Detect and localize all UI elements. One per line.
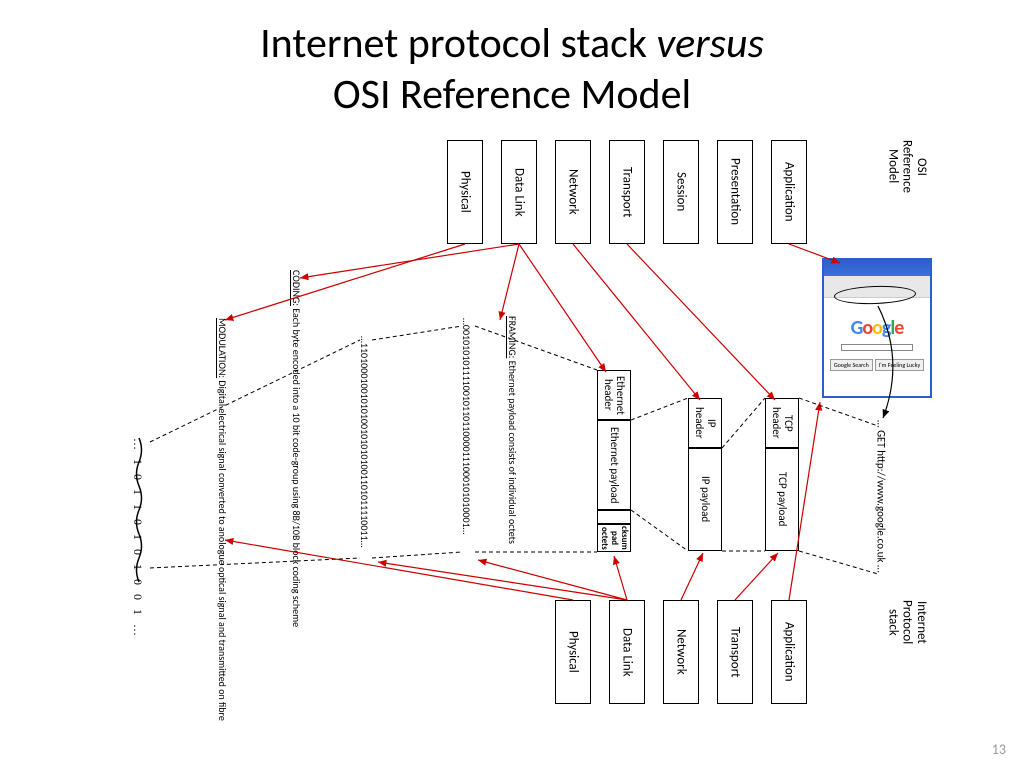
osi-application: Application [771,140,807,244]
bits2: …110100010010101001010101001101011110011… [358,336,371,547]
inet-physical: Physical [555,600,591,704]
bits1: …001010101111001011011000011100010101000… [460,318,473,535]
page-title: Internet protocol stack versus OSI Refer… [0,18,1024,120]
inet-datalink: Data Link [609,600,645,704]
google-lucky-btn: I'm Feeling Lucky [875,359,924,371]
osi-label: OSIReferenceModel [885,140,928,193]
eth-cksum: cksumpadoctets [597,524,631,552]
inet-application: Application [771,600,807,704]
modulation-annot: MODULATION: Digital electrical signal co… [190,318,228,721]
osi-physical: Physical [447,140,483,244]
eth-pad [597,510,631,524]
coding-annot: CODING: Each byte encoded into a 10 bit … [276,270,302,627]
osi-session: Session [663,140,699,244]
google-search-input [841,344,913,351]
inet-network: Network [663,600,699,704]
internet-label: InternetProtocolstack [885,600,928,644]
google-search-btn: Google Search [830,359,873,371]
osi-datalink: Data Link [501,140,537,244]
tcp-header: TCPheader [765,398,799,448]
tcp-payload: TCP payload [765,448,799,551]
eth-header: Ethernetheader [597,370,631,420]
google-logo: Google [851,316,904,340]
osi-presentation: Presentation [717,140,753,244]
osi-network: Network [555,140,591,244]
page-number: 13 [992,741,1006,758]
wave-bits: … 1 0 1 1 0 1 0 1 0 0 1 … [130,438,145,639]
eth-payload: Ethernet payload [597,420,631,510]
ip-header: IPheader [688,398,722,448]
framing-annot: FRAMING: Ethernet payload consists of in… [492,316,518,544]
osi-transport: Transport [609,140,645,244]
ip-payload: IP payload [688,448,722,551]
browser-titlebar [824,260,930,276]
browser-window: Google Google SearchI'm Feeling Lucky [822,258,932,398]
http-request: … GET http://www.google.co.uk … [874,420,887,573]
inet-transport: Transport [717,600,753,704]
